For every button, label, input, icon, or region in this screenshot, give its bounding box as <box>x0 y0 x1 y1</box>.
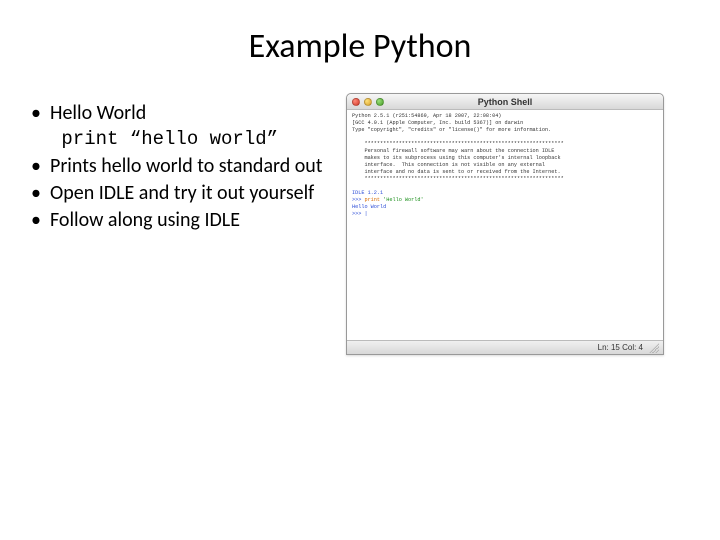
bullet-item: Prints hello world to standard out <box>28 154 338 179</box>
traffic-lights <box>352 98 384 106</box>
bullet-item: Hello World <box>28 101 338 126</box>
shell-body[interactable]: Python 2.5.1 (r251:54869, Apr 18 2007, 2… <box>347 110 663 340</box>
prompt: >>> <box>352 197 364 203</box>
shell-line: [GCC 4.0.1 (Apple Computer, Inc. build 5… <box>352 120 523 126</box>
slide-title: Example Python <box>28 26 692 67</box>
shell-line: Personal firewall software may warn abou… <box>352 148 554 154</box>
shell-line: makes to its subprocess using this compu… <box>352 155 561 161</box>
status-bar: Ln: 15 Col: 4 <box>347 340 663 354</box>
screenshot-wrap: Python Shell Python 2.5.1 (r251:54869, A… <box>346 101 692 363</box>
minimize-icon[interactable] <box>364 98 372 106</box>
shell-line: ****************************************… <box>352 141 564 147</box>
shell-line: Type "copyright", "credits" or "license(… <box>352 127 551 133</box>
bullet-item: Open IDLE and try it out yourself <box>28 181 338 206</box>
bullet-text: Hello World <box>50 101 146 125</box>
output-line: Hello World <box>352 204 386 210</box>
code-line: print “hello world” <box>50 128 338 152</box>
python-shell-window: Python Shell Python 2.5.1 (r251:54869, A… <box>346 93 664 355</box>
content-row: Hello World print “hello world” Prints h… <box>28 101 692 363</box>
bullet-text: Prints hello world to standard out <box>50 154 323 178</box>
bullet-text: Follow along using IDLE <box>50 208 240 232</box>
close-icon[interactable] <box>352 98 360 106</box>
bullet-list: Hello World print “hello world” Prints h… <box>28 101 338 363</box>
resize-grip-icon[interactable] <box>649 343 659 353</box>
idle-version: IDLE 1.2.1 <box>352 190 383 196</box>
shell-line: interface. This connection is not visibl… <box>352 162 545 168</box>
shell-line: interface and no data is sent to or rece… <box>352 169 561 175</box>
window-titlebar: Python Shell <box>347 94 663 110</box>
print-keyword: print <box>364 197 380 203</box>
zoom-icon[interactable] <box>376 98 384 106</box>
prompt-cursor: >>> | <box>352 211 368 217</box>
bullet-text: Open IDLE and try it out yourself <box>50 181 314 205</box>
shell-line: ****************************************… <box>352 176 564 182</box>
bullet-item: Follow along using IDLE <box>28 208 338 233</box>
window-title: Python Shell <box>347 97 663 107</box>
shell-line: Python 2.5.1 (r251:54869, Apr 18 2007, 2… <box>352 113 501 119</box>
slide: Example Python Hello World print “hello … <box>0 0 720 540</box>
string-literal: 'Hello World' <box>380 197 424 203</box>
cursor-position: Ln: 15 Col: 4 <box>598 343 643 352</box>
